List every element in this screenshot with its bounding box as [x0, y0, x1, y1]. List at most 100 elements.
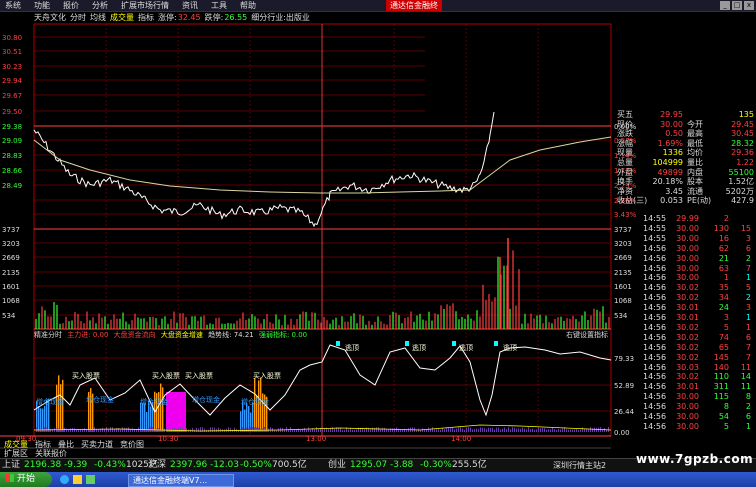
watermark: www.7gpzb.com: [636, 452, 754, 466]
chart-annotations: 买入股票 买入股票 买入股票 买入股票增仓现金 增仓现金 增仓现金增仓现金 增仓现金逃顶 逃顶…: [36, 343, 517, 406]
indicator-bar: [344, 429, 345, 432]
bottom-tab[interactable]: 成交量: [4, 440, 28, 449]
tick-time: 14:56: [643, 402, 667, 412]
tick-price: 30.02: [676, 293, 699, 303]
indicator-bar: [300, 429, 301, 432]
volume-axis-label: 3737: [2, 226, 20, 234]
indicator-bar: [384, 427, 385, 432]
add-label: 增仓现金: [86, 395, 114, 404]
indicator-settings-link[interactable]: 右键设置指标: [566, 331, 608, 340]
bottom-tab[interactable]: 关联报价: [35, 449, 67, 458]
browser-icon[interactable]: [60, 475, 69, 484]
windows-logo-icon: [6, 474, 14, 482]
indicator-bar: [436, 429, 437, 432]
tick-time: 14:56: [643, 421, 667, 431]
tick-volume: 5: [723, 421, 729, 431]
indicator-bar: [406, 429, 407, 432]
indicator-bar: [256, 427, 257, 432]
status-pct: -0.50%: [240, 460, 272, 470]
indicator-bar: [408, 428, 409, 432]
indicator-bar: [102, 427, 103, 432]
taskbar-icons: [60, 475, 95, 484]
indicator-bar: [438, 429, 439, 432]
bottom-tabs: 成交量 指标 叠比 买卖力道 竞价图: [0, 440, 612, 449]
bottom-tab[interactable]: 扩展区: [4, 449, 28, 458]
indicator-bar: [258, 380, 260, 432]
indicator-bar: [316, 427, 317, 432]
indicator-bar: [440, 429, 441, 432]
indicator-bar: [562, 428, 563, 432]
indicator-bar: [552, 427, 553, 432]
indicator-bar: [120, 429, 121, 432]
indicator-bar: [72, 427, 73, 432]
quote-label: 今开: [687, 119, 703, 129]
indicator-bar: [198, 428, 199, 432]
bottom-tab[interactable]: 叠比: [58, 440, 74, 449]
indicator-bar: [314, 429, 315, 432]
indicator-bar: [502, 428, 503, 432]
tick-price: 30.02: [676, 352, 699, 362]
indicator-bar: [540, 428, 541, 432]
indicator-bar: [432, 427, 433, 432]
quote-label: 股本: [687, 177, 703, 187]
indicator-bar: [520, 428, 521, 432]
start-button[interactable]: 开始: [0, 472, 52, 487]
tick-row: 14:56 30.00 63 7: [613, 264, 756, 274]
bottom-tab[interactable]: 指标: [35, 440, 51, 449]
quote-row: 现价 30.00 今开 29.45: [613, 120, 756, 130]
indicator-bar: [148, 428, 149, 432]
bottom-tab[interactable]: 竞价图: [120, 440, 144, 449]
quote-label: 换手: [617, 177, 633, 187]
indicator-bar: [162, 387, 164, 432]
desktop-icon[interactable]: [86, 475, 95, 484]
indicator-name[interactable]: 精准分时: [34, 331, 62, 339]
indicator-bar: [348, 429, 349, 432]
tick-volume: 62: [718, 243, 729, 253]
tick-price: 30.02: [676, 322, 699, 332]
tick-volume: 16: [718, 233, 729, 243]
bottom-tab[interactable]: 买卖力道: [81, 440, 113, 449]
indicator-bar: [528, 427, 529, 432]
price-axis-label: 28.49: [2, 182, 22, 190]
indicator-bar: [270, 427, 271, 432]
tick-row: 14:56 30.00 115 8: [613, 392, 756, 402]
tick-count: 5: [745, 283, 751, 293]
quote-value: 427.9: [731, 196, 754, 206]
indicator-bar: [402, 429, 403, 432]
indicator-bar: [112, 427, 113, 432]
quote-row: 总量 104999 量比 1.22: [613, 158, 756, 168]
indicator-bar: [492, 427, 493, 432]
indicator-bar: [252, 427, 253, 432]
chart-grid: [0, 23, 612, 449]
tick-volume: 110: [713, 372, 729, 382]
tick-row: 14:56 30.01 24 3: [613, 303, 756, 313]
indicator-bar: [450, 428, 451, 432]
indicator-bar: [380, 429, 381, 432]
indicator-bar: [310, 429, 311, 432]
indicator-bar: [324, 428, 325, 432]
tick-count: 7: [745, 352, 751, 362]
taskbar-task[interactable]: 通达信金融终端V7...: [128, 474, 234, 487]
tick-row: 14:56 30.02 110 14: [613, 372, 756, 382]
tick-price: 30.00: [676, 223, 699, 233]
indicator-bar: [260, 429, 261, 432]
tick-count: 8: [745, 392, 751, 402]
tick-time: 14:56: [643, 313, 667, 322]
tick-row: 14:56 30.03 140 11: [613, 363, 756, 373]
indicator-bar: [212, 427, 213, 432]
indicator-bar: [146, 411, 148, 432]
indicator-bar: [518, 428, 519, 432]
tick-count: 3: [745, 303, 751, 313]
tick-time: 14:56: [643, 263, 667, 273]
tick-row: 14:55 29.99 2: [613, 214, 756, 224]
media-icon[interactable]: [73, 475, 82, 484]
signal-marker: [452, 341, 456, 346]
tick-price: 30.02: [676, 342, 699, 352]
tick-row: 14:56 30.02 74 6: [613, 333, 756, 343]
indicator-bar: [248, 405, 250, 432]
quote-row: 外盘 49899 内盘 55100: [613, 168, 756, 178]
buy-label: 买入股票: [72, 372, 100, 380]
indicator-bar: [514, 427, 515, 432]
status-chg: -9.39: [64, 460, 88, 470]
indicator-bar: [462, 428, 463, 432]
